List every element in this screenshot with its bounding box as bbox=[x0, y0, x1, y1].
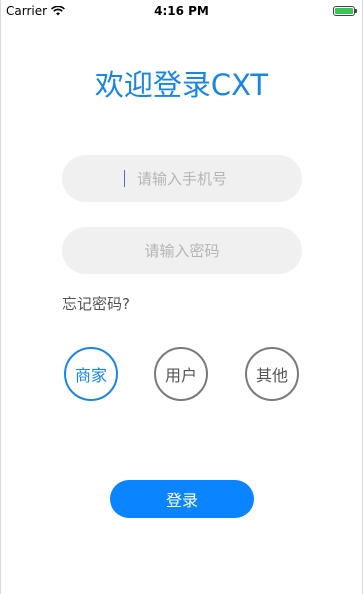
forgot-password-link[interactable]: 忘记密码? bbox=[62, 293, 130, 314]
role-user-label: 用户 bbox=[164, 366, 197, 385]
status-time: 4:16 PM bbox=[154, 4, 209, 18]
battery-fill bbox=[335, 8, 353, 14]
password-input[interactable] bbox=[62, 227, 302, 274]
role-other-label: 其他 bbox=[255, 366, 288, 385]
role-merchant-button[interactable]: 商家 bbox=[64, 347, 118, 401]
role-other-button[interactable]: 其他 bbox=[245, 347, 299, 401]
status-bar: Carrier 4:16 PM bbox=[0, 0, 363, 22]
page-title: 欢迎登录CXT bbox=[94, 68, 269, 102]
role-user-button[interactable]: 用户 bbox=[154, 347, 208, 401]
battery-icon bbox=[333, 6, 357, 16]
login-button[interactable]: 登录 bbox=[110, 480, 254, 518]
phone-input[interactable] bbox=[62, 155, 302, 202]
battery-nub bbox=[355, 9, 357, 13]
text-caret bbox=[124, 170, 125, 187]
role-merchant-label: 商家 bbox=[74, 366, 107, 385]
